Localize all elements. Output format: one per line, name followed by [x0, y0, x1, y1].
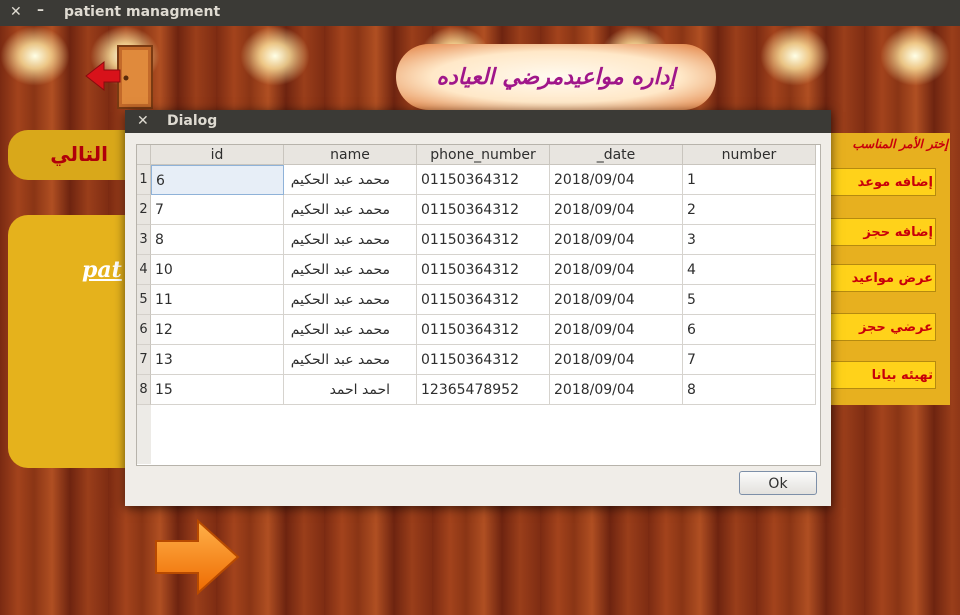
ceiling-light: [760, 26, 830, 86]
add-appointment-button[interactable]: إضافه موعد: [830, 168, 936, 196]
app-banner: إداره مواعيدمرضي العياده: [396, 44, 716, 110]
next-arrow-icon[interactable]: [154, 518, 240, 596]
add-booking-button[interactable]: إضافه حجز: [830, 218, 936, 246]
row-header[interactable]: 4: [137, 255, 151, 285]
table-cell-number[interactable]: 7: [683, 345, 816, 375]
row-header[interactable]: 1: [137, 165, 151, 195]
minimize-icon[interactable]: –: [37, 2, 44, 18]
table-cell-name[interactable]: محمد عبد الحكيم: [284, 165, 417, 195]
table-cell-phone[interactable]: 01150364312: [417, 345, 550, 375]
table-cell-id[interactable]: 8: [151, 225, 284, 255]
table-cell-date[interactable]: 2018/09/04: [550, 345, 683, 375]
table-cell-number[interactable]: 2: [683, 195, 816, 225]
table-cell-number[interactable]: 4: [683, 255, 816, 285]
table-cell-number[interactable]: 5: [683, 285, 816, 315]
show-appointments-button[interactable]: عرض مواعيد: [830, 264, 936, 292]
dialog-title: Dialog: [167, 113, 218, 129]
table-cell-phone[interactable]: 01150364312: [417, 285, 550, 315]
table-cell-date[interactable]: 2018/09/04: [550, 195, 683, 225]
table-cell-id[interactable]: 13: [151, 345, 284, 375]
close-icon[interactable]: ✕: [10, 4, 22, 20]
table-cell-date[interactable]: 2018/09/04: [550, 165, 683, 195]
table-cell-phone[interactable]: 01150364312: [417, 195, 550, 225]
table-cell-phone[interactable]: 01150364312: [417, 165, 550, 195]
column-header-number[interactable]: number: [683, 145, 816, 165]
table-cell-phone[interactable]: 01150364312: [417, 255, 550, 285]
main-window: ✕ – patient managment إداره مواعيدمرضي ا…: [0, 0, 960, 615]
table-cell-phone[interactable]: 01150364312: [417, 225, 550, 255]
row-header[interactable]: 6: [137, 315, 151, 345]
records-dialog: ✕ Dialog id name phone_number _date number 1 6…: [125, 110, 831, 506]
table-cell-number[interactable]: 6: [683, 315, 816, 345]
table-cell-id[interactable]: 11: [151, 285, 284, 315]
table-cell-name[interactable]: محمد عبد الحكيم: [284, 315, 417, 345]
table-cell-date[interactable]: 2018/09/04: [550, 375, 683, 405]
row-header[interactable]: 3: [137, 225, 151, 255]
reset-data-button[interactable]: تهيئه بيانا: [830, 361, 936, 389]
table-cell-date[interactable]: 2018/09/04: [550, 285, 683, 315]
column-header-id[interactable]: id: [151, 145, 284, 165]
table-corner[interactable]: [137, 145, 151, 165]
table-cell-phone[interactable]: 01150364312: [417, 315, 550, 345]
table-cell-id[interactable]: 6: [151, 165, 284, 195]
window-titlebar: ✕ – patient managment: [0, 0, 960, 26]
door-exit-icon[interactable]: [84, 44, 158, 110]
row-header[interactable]: 5: [137, 285, 151, 315]
table-cell-name[interactable]: محمد عبد الحكيم: [284, 225, 417, 255]
command-menu: إختر الأمر المناسب إضافه موعد إضافه حجز …: [826, 133, 950, 405]
table-cell-number[interactable]: 8: [683, 375, 816, 405]
table-cell-id[interactable]: 7: [151, 195, 284, 225]
table-cell-id[interactable]: 10: [151, 255, 284, 285]
table-cell-id[interactable]: 12: [151, 315, 284, 345]
ceiling-light: [880, 26, 950, 86]
dialog-titlebar: ✕ Dialog: [125, 110, 831, 133]
table-cell-number[interactable]: 1: [683, 165, 816, 195]
table-cell-number[interactable]: 3: [683, 225, 816, 255]
column-header-phone-number[interactable]: phone_number: [417, 145, 550, 165]
choose-command-hint: إختر الأمر المناسب: [852, 137, 948, 151]
next-label: التالي: [50, 142, 108, 166]
dialog-close-icon[interactable]: ✕: [137, 113, 149, 129]
table-cell-date[interactable]: 2018/09/04: [550, 225, 683, 255]
table-cell-id[interactable]: 15: [151, 375, 284, 405]
window-title: patient managment: [64, 4, 221, 20]
ok-button[interactable]: Ok: [739, 471, 817, 495]
table-cell-phone[interactable]: 12365478952: [417, 375, 550, 405]
table-cell-name[interactable]: محمد عبد الحكيم: [284, 255, 417, 285]
row-header[interactable]: 8: [137, 375, 151, 405]
column-header-name[interactable]: name: [284, 145, 417, 165]
table-cell-name[interactable]: محمد عبد الحكيم: [284, 195, 417, 225]
row-header[interactable]: 2: [137, 195, 151, 225]
show-bookings-button[interactable]: عرضي حجز: [830, 313, 936, 341]
table-cell-date[interactable]: 2018/09/04: [550, 315, 683, 345]
appointments-table[interactable]: id name phone_number _date number 1 6 محمد عبد …: [136, 144, 821, 466]
ceiling-light: [0, 26, 70, 86]
table-cell-date[interactable]: 2018/09/04: [550, 255, 683, 285]
banner-title: إداره مواعيدمرضي العياده: [436, 64, 676, 90]
ceiling-light: [240, 26, 310, 86]
table-cell-name[interactable]: محمد عبد الحكيم: [284, 285, 417, 315]
column-header-date[interactable]: _date: [550, 145, 683, 165]
table-cell-name[interactable]: محمد عبد الحكيم: [284, 345, 417, 375]
patient-link[interactable]: pat: [82, 257, 122, 283]
row-header[interactable]: 7: [137, 345, 151, 375]
table-cell-name[interactable]: احمد احمد: [284, 375, 417, 405]
